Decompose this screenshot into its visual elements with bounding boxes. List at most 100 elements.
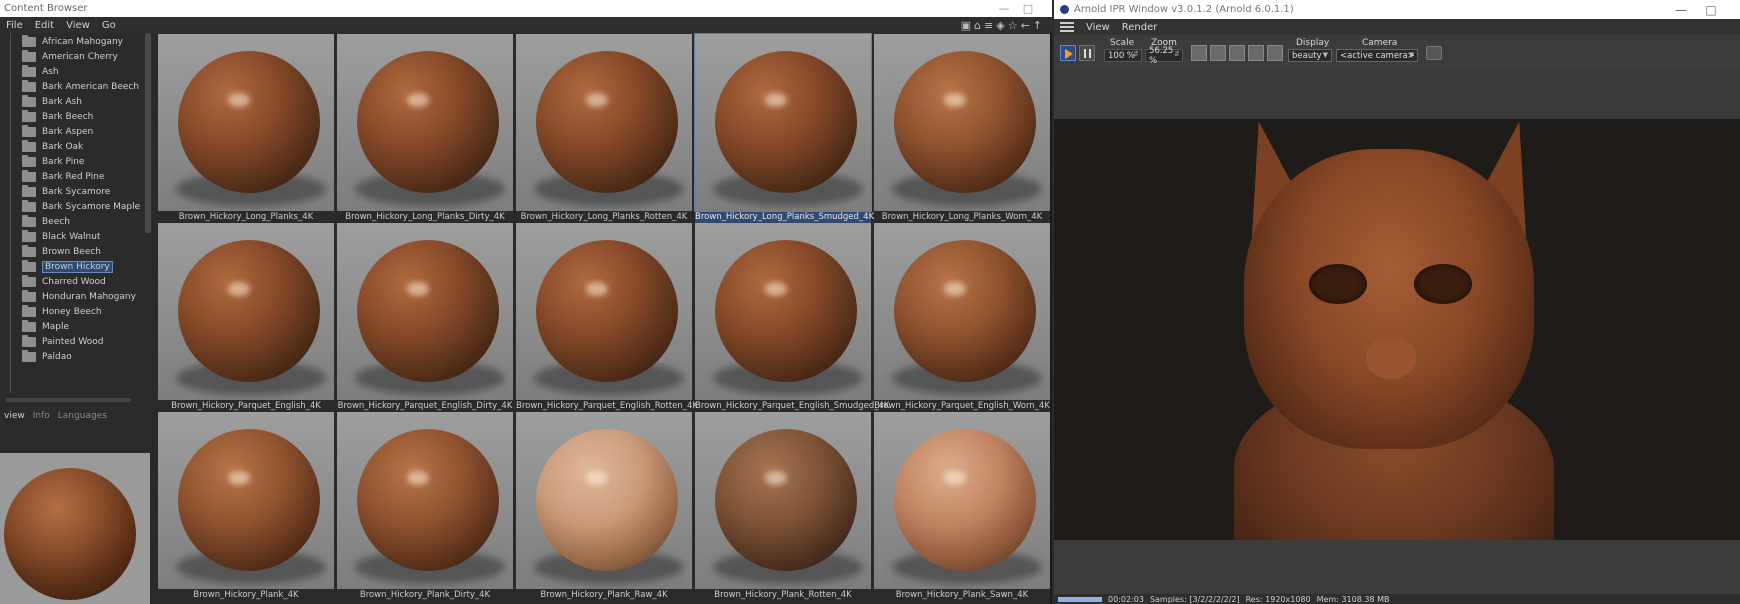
sphere-highlight <box>944 93 966 107</box>
menu-view[interactable]: View <box>1080 22 1116 33</box>
camera-select[interactable]: <active camera> ▼ <box>1336 49 1418 62</box>
asset-tile[interactable]: Brown_Hickory_Plank_Rotten_4K <box>695 412 871 602</box>
cube-icon[interactable]: ◈ <box>996 19 1004 32</box>
asset-tile[interactable]: Brown_Hickory_Plank_Raw_4K <box>516 412 692 602</box>
tree-item-label: Honduran Mahogany <box>42 292 136 302</box>
home-icon[interactable]: ⌂ <box>974 19 981 32</box>
play-render-button[interactable] <box>1060 45 1076 61</box>
material-sphere <box>357 429 499 571</box>
tree-item[interactable]: Bark Sycamore Maple <box>22 199 140 215</box>
tree-item[interactable]: Honduran Mahogany <box>22 289 136 305</box>
tree-item[interactable]: African Mahogany <box>22 34 123 50</box>
region-icon[interactable] <box>1191 45 1207 61</box>
asset-tile[interactable]: Brown_Hickory_Long_Planks_Dirty_4K <box>337 34 513 224</box>
ipr-titlebar[interactable]: Arnold IPR Window v3.0.1.2 (Arnold 6.0.1… <box>1054 0 1740 19</box>
render-viewport[interactable] <box>1054 119 1740 540</box>
tree-item[interactable]: Maple <box>22 319 69 335</box>
crosshair-icon[interactable] <box>1210 45 1226 61</box>
star-icon[interactable]: ☆ <box>1008 19 1018 32</box>
tab-preview[interactable]: view <box>0 411 29 421</box>
tree-item[interactable]: Bark Oak <box>22 139 83 155</box>
list-icon[interactable]: ≡ <box>984 19 993 32</box>
back-icon[interactable]: ← <box>1021 19 1030 32</box>
display-settings-icon[interactable] <box>1248 45 1264 61</box>
menu-file[interactable]: File <box>0 20 29 31</box>
menu-render[interactable]: Render <box>1116 22 1164 33</box>
asset-tile[interactable]: Brown_Hickory_Plank_Dirty_4K <box>337 412 513 602</box>
sphere-highlight <box>228 93 250 107</box>
snapshot-camera-icon[interactable] <box>1426 46 1442 60</box>
folder-icon <box>22 230 36 242</box>
tree-item[interactable]: Bark American Beech <box>22 79 139 95</box>
tree-item[interactable]: Brown Hickory <box>22 259 113 275</box>
tree-item[interactable]: Beech <box>22 214 70 230</box>
maximize-icon[interactable]: □ <box>1020 0 1036 17</box>
tree-item[interactable]: Bark Red Pine <box>22 169 104 185</box>
sphere-highlight <box>586 471 608 485</box>
folder-icon <box>22 305 36 317</box>
asset-thumbnail <box>516 412 692 589</box>
asset-name: Brown_Hickory_Plank_Dirty_4K <box>359 590 491 600</box>
debug-shading-icon[interactable] <box>1229 45 1245 61</box>
render-cat-eye-right <box>1414 264 1472 304</box>
up-icon[interactable]: ↑ <box>1033 19 1042 32</box>
material-sphere <box>894 51 1036 193</box>
asset-tile[interactable]: Brown_Hickory_Parquet_English_Smudged_4K <box>695 223 890 413</box>
pause-render-button[interactable] <box>1079 45 1095 61</box>
tree-horizontal-scrollbar[interactable] <box>0 396 152 404</box>
tree-item-label: Paldao <box>42 352 72 362</box>
tree-item[interactable]: Ash <box>22 64 59 80</box>
material-sphere <box>536 240 678 382</box>
hamburger-menu-icon[interactable] <box>1060 22 1074 32</box>
scale-spinbox[interactable]: 100 % ⇵ <box>1104 49 1142 62</box>
zoom-spinbox[interactable]: 56.25 % ⇵ <box>1145 46 1183 66</box>
tab-languages[interactable]: Languages <box>54 411 111 421</box>
asset-thumbnail <box>516 223 692 400</box>
tree-item[interactable]: American Cherry <box>22 49 118 65</box>
folder-icon <box>22 290 36 302</box>
folder-icon <box>22 350 36 362</box>
tree-item[interactable]: Bark Aspen <box>22 124 93 140</box>
tree-item-label: Brown Beech <box>42 247 102 257</box>
tree-item[interactable]: Bark Ash <box>22 94 82 110</box>
tree-item-label: Black Walnut <box>42 232 101 242</box>
save-icon[interactable]: ▣ <box>961 19 971 32</box>
asset-tile[interactable]: Brown_Hickory_Parquet_English_4K <box>158 223 334 413</box>
tree-item[interactable]: Honey Beech <box>22 304 102 320</box>
material-sphere <box>178 240 320 382</box>
tree-item-label: Bark Pine <box>42 157 85 167</box>
menu-view[interactable]: View <box>60 20 96 31</box>
content-browser-titlebar[interactable]: Content Browser — □ <box>0 0 1052 17</box>
tree-item[interactable]: Painted Wood <box>22 334 103 350</box>
asset-tile[interactable]: Brown_Hickory_Parquet_English_Rotten_4K <box>516 223 698 413</box>
minimize-icon[interactable]: — <box>996 0 1012 17</box>
tree-item[interactable]: Bark Pine <box>22 154 84 170</box>
render-time: 00:02:03 <box>1108 594 1144 604</box>
folder-icon <box>22 155 36 167</box>
asset-tile[interactable]: Brown_Hickory_Parquet_English_Dirty_4K <box>337 223 513 413</box>
tree-item[interactable]: Paldao <box>22 349 72 365</box>
asset-tile[interactable]: Brown_Hickory_Long_Planks_Smudged_4K <box>694 33 874 224</box>
tree-item[interactable]: Charred Wood <box>22 274 106 290</box>
display-select[interactable]: beauty ▼ <box>1288 49 1332 62</box>
brush-icon[interactable] <box>1267 45 1283 61</box>
menu-go[interactable]: Go <box>96 20 122 31</box>
tree-scrollbar[interactable] <box>145 33 151 233</box>
tree-item[interactable]: Bark Sycamore <box>22 184 110 200</box>
preview-tabs: view Info Languages <box>0 408 152 423</box>
sphere-highlight <box>765 93 787 107</box>
tree-item[interactable]: Brown Beech <box>22 244 101 260</box>
tree-item[interactable]: Bark Beech <box>22 109 93 125</box>
minimize-icon[interactable]: — <box>1672 0 1690 19</box>
asset-tile[interactable]: Brown_Hickory_Long_Planks_Worn_4K <box>874 34 1050 224</box>
asset-tile[interactable]: Brown_Hickory_Long_Planks_4K <box>158 34 334 224</box>
asset-tile[interactable]: Brown_Hickory_Plank_4K <box>158 412 334 602</box>
asset-tile[interactable]: Brown_Hickory_Plank_Sawn_4K <box>874 412 1050 602</box>
tab-info[interactable]: Info <box>29 411 54 421</box>
maximize-icon[interactable]: □ <box>1702 0 1720 19</box>
asset-tile[interactable]: Brown_Hickory_Long_Planks_Rotten_4K <box>516 34 692 224</box>
tree-item[interactable]: Black Walnut <box>22 229 101 245</box>
folder-icon <box>22 110 36 122</box>
asset-tile[interactable]: Brown_Hickory_Parquet_English_Worn_4K <box>874 223 1050 413</box>
menu-edit[interactable]: Edit <box>29 20 60 31</box>
